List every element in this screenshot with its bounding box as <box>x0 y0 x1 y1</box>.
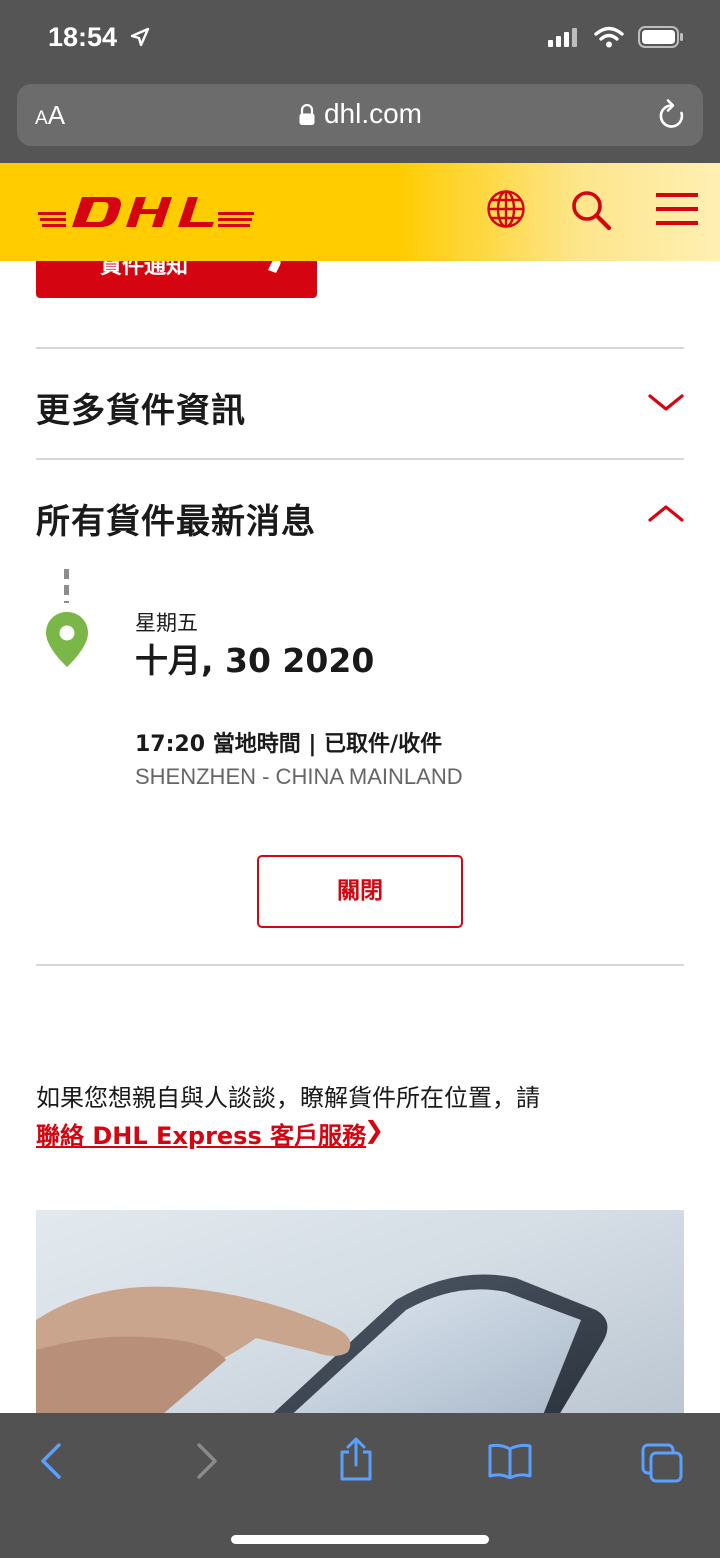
status-bar: 18:54 <box>0 0 720 82</box>
help-text: 如果您想親自與人談談，瞭解貨件所在位置，請 <box>36 1084 540 1112</box>
signal-icon <box>548 28 577 47</box>
more-info-title[interactable]: 更多貨件資訊 <box>36 383 246 432</box>
status-icons <box>548 26 684 48</box>
reload-icon[interactable] <box>657 99 687 131</box>
chevron-down-icon[interactable] <box>648 393 684 413</box>
event-status: 17:20 當地時間 | 已取件/收件 <box>135 732 443 757</box>
tablet-hand-illustration <box>36 1210 684 1420</box>
contact-customer-service-link[interactable]: 聯絡 DHL Express 客戶服務 <box>36 1116 366 1151</box>
divider <box>36 347 684 349</box>
bookmarks-icon[interactable] <box>487 1443 533 1479</box>
address-bar[interactable]: AA dhl.com <box>17 84 703 146</box>
event-day: 星期五 <box>135 611 198 635</box>
site-header <box>0 163 720 261</box>
all-updates-title[interactable]: 所有貨件最新消息 <box>36 494 316 543</box>
wifi-icon <box>594 26 624 48</box>
forward-icon[interactable] <box>196 1443 218 1479</box>
share-icon[interactable] <box>338 1437 374 1481</box>
chevron-right-icon[interactable]: ❯ <box>364 1116 384 1144</box>
globe-icon[interactable] <box>486 189 526 229</box>
timeline-connector <box>64 569 69 603</box>
divider <box>36 458 684 460</box>
lock-icon <box>299 104 315 125</box>
search-icon[interactable] <box>570 189 612 231</box>
event-location: SHENZHEN - CHINA MAINLAND <box>135 764 463 789</box>
map-pin-icon <box>46 612 88 667</box>
status-time: 18:54 <box>48 22 118 52</box>
home-indicator[interactable] <box>231 1535 489 1544</box>
battery-icon <box>638 26 683 48</box>
chevron-up-icon[interactable] <box>648 503 684 523</box>
event-date: 十月, 30 2020 <box>135 641 375 680</box>
location-arrow-icon <box>130 27 150 47</box>
tablet-hand-image <box>36 1210 684 1420</box>
url-text: dhl.com <box>323 98 423 129</box>
tabs-icon[interactable] <box>641 1443 683 1483</box>
divider <box>36 964 684 966</box>
url-display[interactable]: dhl.com <box>17 98 703 130</box>
menu-icon[interactable] <box>656 189 698 229</box>
back-icon[interactable] <box>40 1443 62 1479</box>
close-button[interactable]: 關閉 <box>257 855 463 928</box>
dhl-logo[interactable] <box>38 193 254 229</box>
